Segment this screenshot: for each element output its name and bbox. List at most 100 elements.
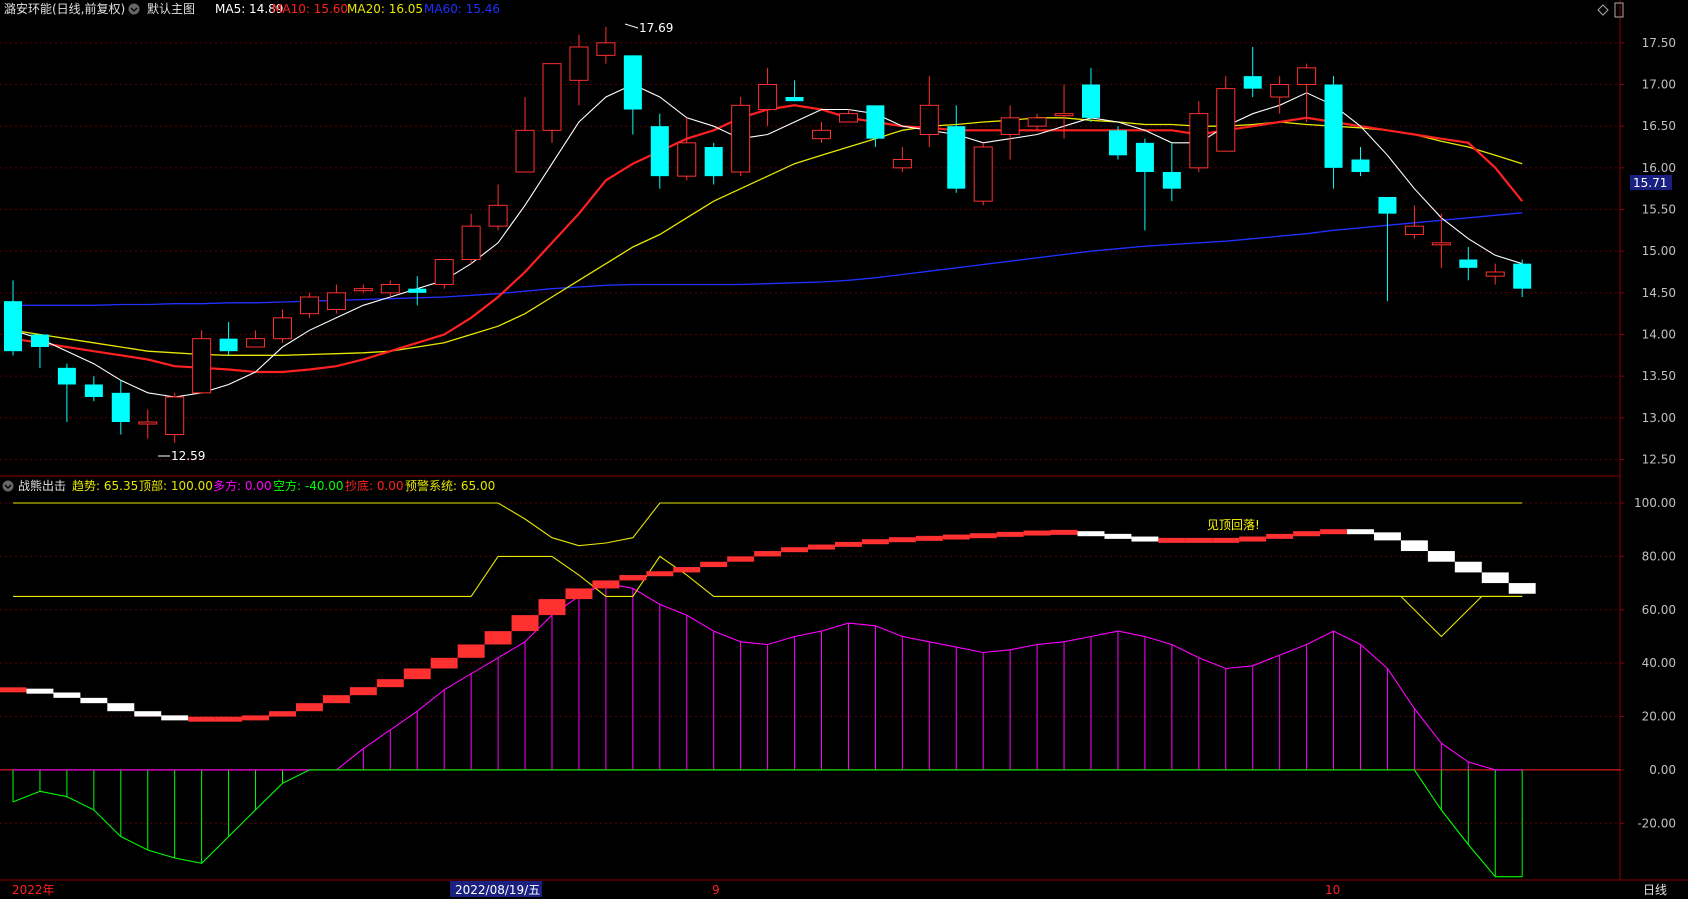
candle-body-down[interactable] [947,126,966,189]
trend-block-down [80,697,108,704]
candle-body-up[interactable] [515,129,535,173]
trend-block-down [134,711,162,717]
price-tick-label: 14.50 [1642,286,1676,300]
candle-body-up[interactable] [299,296,319,315]
candle-body-down[interactable] [1513,263,1532,289]
trend-block-up [430,657,458,669]
indicator-tick-label: 80.00 [1642,549,1676,563]
trend-block-up [942,534,970,540]
candle-body-up[interactable] [246,338,266,348]
candle-body-up[interactable] [677,142,697,177]
trend-block-up [619,575,647,581]
candle-body-up[interactable] [1054,113,1074,117]
candle-body-down[interactable] [1162,172,1181,189]
trend-block-up [269,711,296,717]
indicator-tick-label: 20.00 [1642,710,1676,724]
candle-body-down[interactable] [1082,84,1100,118]
indicator-tick-label: 40.00 [1642,656,1676,670]
candle-body-down[interactable] [111,392,130,422]
bottom-label: 抄底: 0.00 [345,478,404,493]
indicator-tick-label: 60.00 [1642,603,1676,617]
candle-body-up[interactable] [569,46,589,81]
candle-body-up[interactable] [1485,271,1505,277]
candle-body-down[interactable] [84,384,103,398]
candle-body-up[interactable] [758,84,778,110]
candle-body-up[interactable] [596,42,616,56]
candlestick-panel[interactable] [4,27,1532,443]
candle-body-up[interactable] [138,421,158,425]
candle-body-up[interactable] [919,104,939,136]
dropdown-icon[interactable] [128,3,140,15]
candle-body-up[interactable] [1270,84,1290,98]
candle-body-up[interactable] [892,159,912,169]
candle-body-up[interactable] [353,288,373,292]
candle-body-up[interactable] [731,104,751,173]
candle-body-up[interactable] [542,63,562,131]
trend-block-up [969,533,997,539]
trend-label: 趋势: 65.35 [72,479,138,493]
trend-block-up [861,539,889,545]
candle-body-up[interactable] [812,129,831,140]
trend-block-down [1481,572,1509,584]
candle-body-down[interactable] [1243,76,1262,89]
candle-body-down[interactable] [219,338,238,352]
trend-block-down [107,703,135,712]
candle-body-up[interactable] [488,204,508,227]
candle-body-up[interactable] [380,284,400,294]
price-tick-label: 15.00 [1642,244,1676,258]
candle-body-up[interactable] [1189,113,1209,169]
candle-body-up[interactable] [461,225,481,261]
main-chart-label: 默认主图 [147,1,195,16]
candle-body-up[interactable] [1431,242,1451,246]
candle-body-up[interactable] [1404,225,1424,236]
trend-block-up [754,551,782,557]
candle-body-up[interactable] [326,292,346,311]
candle-body-down[interactable] [1135,142,1154,172]
candle-body-up[interactable] [273,317,292,340]
cursor-date-label: 2022/08/19/五 [455,883,540,897]
price-tick-label: 17.00 [1642,78,1676,92]
candle-body-down[interactable] [57,367,76,385]
candle-body-down[interactable] [1351,159,1370,173]
candle-body-down[interactable] [866,105,885,139]
candle-body-down[interactable] [623,55,642,110]
indicator-tick-label: 100.00 [1634,496,1676,510]
candle-body-down[interactable] [1459,259,1478,268]
candle-body-up[interactable] [192,338,212,394]
candle-body-up[interactable] [1000,117,1020,136]
y-axes: 17.50 17.00 16.50 16.00 15.50 15.00 14.50 14.00… [1620,36,1676,830]
candle-body-down[interactable] [1378,197,1397,214]
candle-body-down[interactable] [650,126,669,177]
trend-block-up [673,567,701,573]
ma10-line [12,104,1524,374]
indicator-dropdown-icon[interactable] [2,480,14,492]
candle-body-down[interactable] [785,97,804,102]
candle-body-down[interactable] [1108,130,1127,156]
month-9-label: 9 [712,883,720,897]
candle-body-up[interactable] [838,113,858,123]
candle-body-down[interactable] [4,301,22,352]
indicator-panel[interactable] [0,502,1620,878]
trend-block-up [322,695,350,704]
scroll-bar[interactable] [1614,2,1624,18]
trend-block-up [295,703,323,712]
trend-block-up [700,561,728,568]
candle-body-up[interactable] [1027,117,1047,127]
signal-label: 见顶回落! [1207,518,1260,532]
diamond-icon[interactable] [1597,4,1609,16]
candle-body-down[interactable] [408,288,427,293]
ma5-line [12,83,1523,398]
trend-block-down [1427,551,1455,562]
candle-body-up[interactable] [165,396,185,435]
candle-body-up[interactable] [434,259,454,285]
candle-body-down[interactable] [1324,84,1343,168]
trend-block-up [484,631,512,645]
candle-body-down[interactable] [704,147,723,177]
candle-body-down[interactable] [30,334,49,348]
candle-body-up[interactable] [973,146,993,202]
ma20-label: MA20: 16.05 [347,2,423,16]
candle-body-up[interactable] [1216,88,1236,152]
candle-body-up[interactable] [1297,67,1317,86]
stock-chart[interactable]: 17.50 17.00 16.50 16.00 15.50 15.00 14.50 14.00… [0,0,1688,899]
high-annotation: 17.69 [624,21,673,35]
